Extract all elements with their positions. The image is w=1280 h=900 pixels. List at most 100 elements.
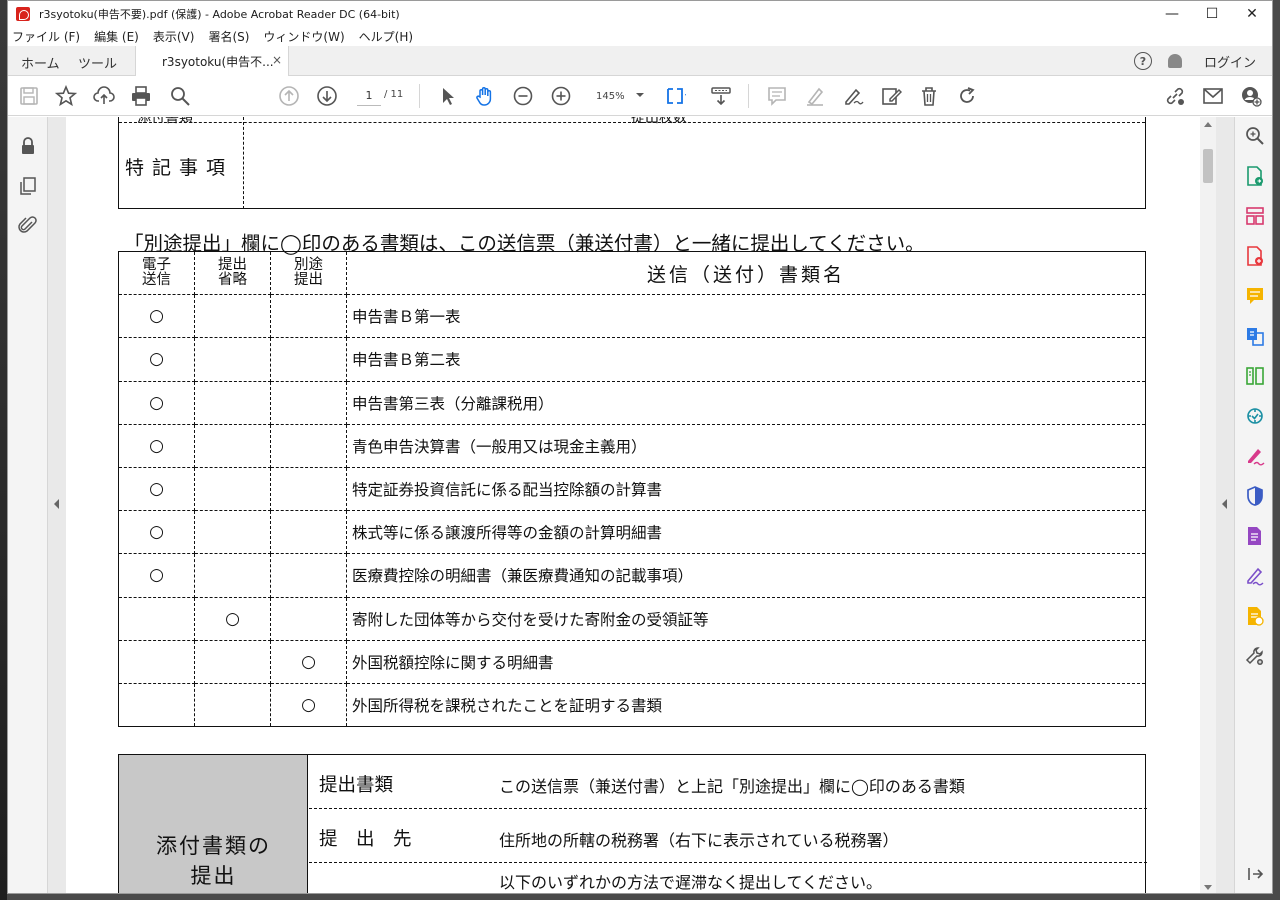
- chevron-down-icon: [636, 93, 644, 97]
- comment-icon[interactable]: [766, 85, 788, 107]
- document-name: 申告書Ｂ第二表: [346, 337, 1146, 382]
- more-tools-icon[interactable]: [1244, 645, 1266, 667]
- menu-window[interactable]: ウィンドウ(W): [263, 28, 344, 45]
- account-area: ? ログイン: [1133, 46, 1272, 76]
- separate-mark: ○: [270, 639, 347, 684]
- toolbar-separator: [419, 84, 420, 108]
- next-page-icon[interactable]: [316, 85, 338, 107]
- page-total: / 11: [384, 89, 404, 100]
- zoom-out-icon[interactable]: [512, 85, 534, 107]
- close-window-button[interactable]: ✕: [1232, 1, 1272, 27]
- email-icon[interactable]: [1202, 85, 1224, 107]
- pdf-page-view[interactable]: 添付書類 提出枚数 特記事項 「別途提出」欄に◯印のある書類は、この送信票（兼送…: [66, 117, 1200, 893]
- share-link-icon[interactable]: [1164, 85, 1186, 107]
- protect-shield-icon[interactable]: [1244, 485, 1266, 507]
- zoom-in-icon[interactable]: [550, 85, 572, 107]
- electronic-mark: ○: [118, 510, 195, 555]
- scan-ocr-icon[interactable]: [1244, 365, 1266, 387]
- previous-page-icon[interactable]: [278, 85, 300, 107]
- fill-sign-icon[interactable]: [842, 85, 864, 107]
- page-thumbnails-icon[interactable]: [17, 175, 39, 197]
- special-notes-label: 特記事項: [125, 157, 234, 179]
- cut-off-text: 提出枚数: [631, 117, 687, 126]
- save-icon[interactable]: [18, 85, 40, 107]
- left-panel-collapse-handle[interactable]: [48, 117, 66, 893]
- lock-icon[interactable]: [17, 135, 39, 157]
- menu-sign[interactable]: 署名(S): [208, 28, 249, 45]
- export-pdf-icon[interactable]: [1244, 165, 1266, 187]
- hand-tool-icon[interactable]: [474, 85, 496, 107]
- electronic-mark: ○: [118, 466, 195, 512]
- separate-mark: [270, 423, 347, 468]
- comment-tool-icon[interactable]: [1244, 285, 1266, 307]
- page-number-input[interactable]: [357, 86, 381, 106]
- document-name: 寄附した団体等から交付を受けた寄附金の受領証等: [346, 596, 1146, 641]
- fill-and-sign-icon[interactable]: [1244, 445, 1266, 467]
- organize-pages-icon[interactable]: [1244, 205, 1266, 227]
- menu-view[interactable]: 表示(V): [153, 28, 195, 45]
- menu-file[interactable]: ファイル (F): [12, 28, 80, 45]
- menu-edit[interactable]: 編集 (E): [94, 28, 139, 45]
- vertical-scrollbar[interactable]: [1200, 117, 1216, 893]
- edit-pdf-icon[interactable]: [880, 85, 902, 107]
- tab-document[interactable]: r3syotoku(申告不... ×: [135, 46, 289, 76]
- header-omitted-label: 提出 省略: [218, 257, 247, 289]
- prepare-form-icon[interactable]: [1244, 525, 1266, 547]
- attachment-value: 以下のいずれかの方法で遅滞なく提出してください。: [499, 873, 883, 892]
- zoom-level-dropdown[interactable]: 145%: [588, 85, 644, 107]
- desktop-background: [0, 0, 7, 900]
- zoom-search-icon[interactable]: [1244, 125, 1266, 147]
- separate-mark: [270, 510, 347, 555]
- tab-close-icon[interactable]: ×: [272, 53, 282, 67]
- menu-help[interactable]: ヘルプ(H): [359, 28, 413, 45]
- cut-off-text: 添付書類: [137, 117, 193, 126]
- bookmark-star-icon[interactable]: [55, 85, 77, 107]
- acrobat-window: r3syotoku(申告不要).pdf (保護) - Adobe Acrobat…: [7, 0, 1273, 894]
- maximize-button[interactable]: ☐: [1192, 1, 1232, 27]
- login-button[interactable]: ログイン: [1204, 52, 1256, 71]
- scroll-up-arrow-icon[interactable]: [1204, 122, 1212, 127]
- create-pdf-icon[interactable]: [1244, 245, 1266, 267]
- chevron-left-icon: [54, 499, 59, 509]
- combine-files-icon[interactable]: [1244, 325, 1266, 347]
- minimize-button[interactable]: —: [1152, 1, 1192, 27]
- select-cursor-icon[interactable]: [437, 85, 459, 107]
- tab-bar: ホーム ツール r3syotoku(申告不... × ? ログイン: [8, 46, 1272, 76]
- request-signature-icon[interactable]: [1244, 565, 1266, 587]
- electronic-mark: [118, 639, 195, 684]
- print-icon[interactable]: [130, 85, 152, 107]
- attachments-paperclip-icon[interactable]: [17, 214, 39, 236]
- table-row: ○ 特定証券投資信託に係る配当控除額の計算書: [118, 466, 1146, 512]
- separate-mark: [270, 466, 347, 512]
- table-row: ○ 寄附した団体等から交付を受けた寄附金の受領証等: [118, 596, 1146, 641]
- add-user-icon[interactable]: [1240, 85, 1262, 107]
- scroll-mode-icon[interactable]: [710, 85, 732, 107]
- scroll-down-arrow-icon[interactable]: [1204, 885, 1212, 890]
- document-name: 株式等に係る譲渡所得等の金額の計算明細書: [346, 510, 1146, 555]
- help-icon[interactable]: ?: [1133, 52, 1152, 70]
- collapse-panel-icon[interactable]: [1244, 863, 1266, 885]
- header-separate-label: 別途 提出: [294, 257, 323, 289]
- attachment-title-line: 添付書類の: [156, 834, 271, 858]
- attachment-row: 以下のいずれかの方法で遅滞なく提出してください。: [309, 863, 1147, 893]
- window-controls: — ☐ ✕: [1152, 1, 1272, 27]
- right-panel-expand-handle[interactable]: [1216, 117, 1234, 893]
- attachment-label: 提出書類: [319, 775, 394, 796]
- table-row: ○ 青色申告決算書（一般用又は現金主義用）: [118, 423, 1146, 468]
- search-icon[interactable]: [169, 85, 191, 107]
- upload-cloud-icon[interactable]: [93, 85, 115, 107]
- notification-bell-icon[interactable]: [1167, 54, 1182, 68]
- page-fit-icon[interactable]: [664, 85, 686, 107]
- delete-icon[interactable]: [918, 85, 940, 107]
- tab-tools[interactable]: ツール: [78, 53, 117, 72]
- send-for-review-icon[interactable]: [1244, 605, 1266, 627]
- omitted-mark: [194, 553, 271, 598]
- highlight-pen-icon[interactable]: [804, 85, 826, 107]
- optimize-pdf-icon[interactable]: [1244, 405, 1266, 427]
- document-name: 外国所得税を課税されたことを証明する書類: [346, 682, 1146, 728]
- tab-home[interactable]: ホーム: [21, 53, 60, 72]
- toolbar-separator: [748, 84, 749, 108]
- special-notes-section: 添付書類 提出枚数 特記事項: [118, 117, 1146, 209]
- scrollbar-thumb[interactable]: [1203, 149, 1213, 183]
- rotate-icon[interactable]: [956, 85, 978, 107]
